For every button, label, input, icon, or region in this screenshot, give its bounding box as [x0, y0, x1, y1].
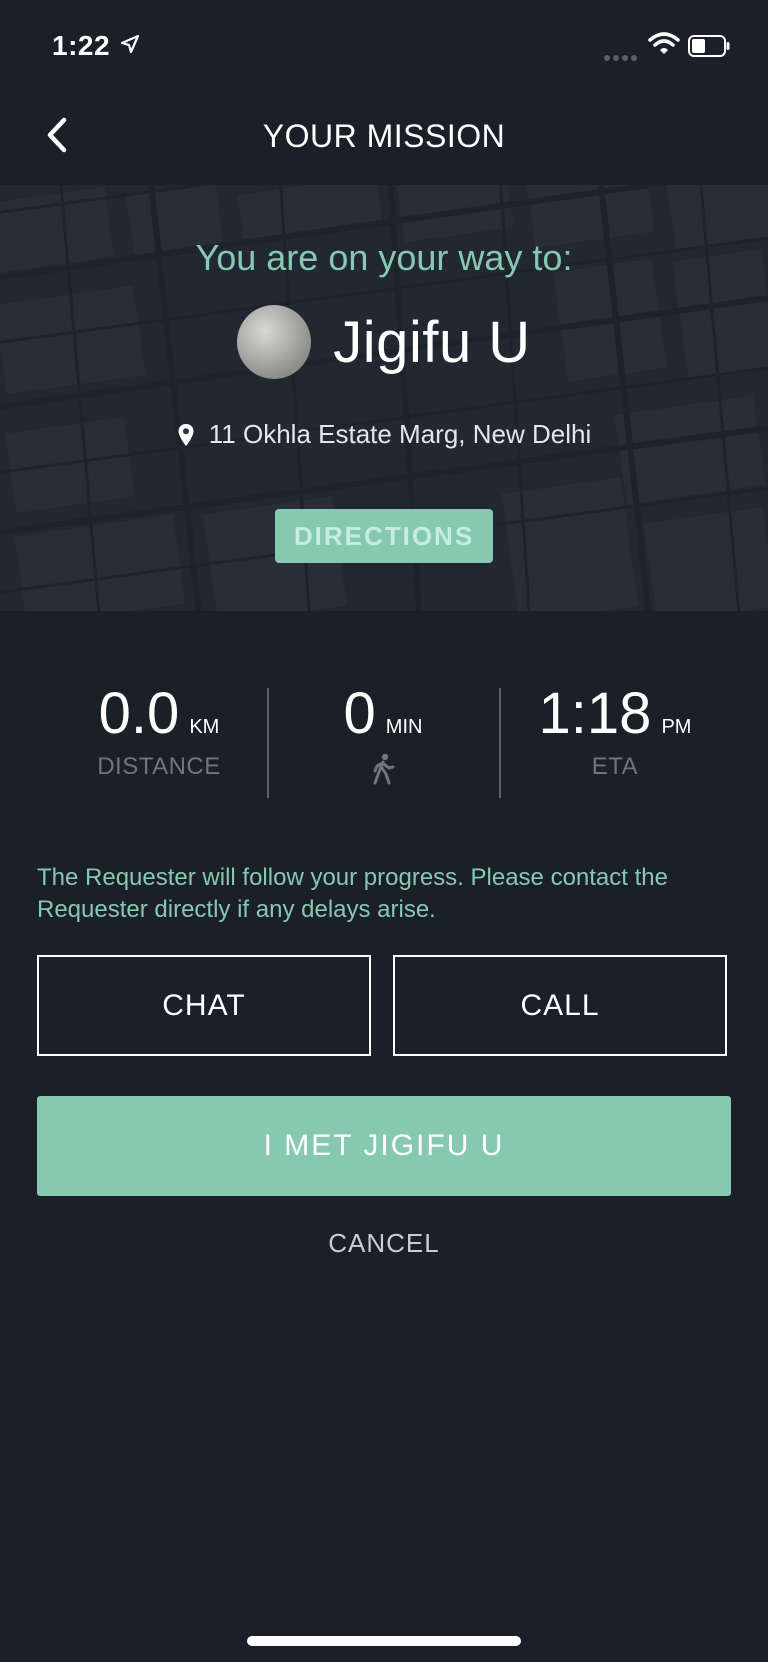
- requester-row: Jigifu U: [0, 305, 768, 379]
- trip-stats: 0.0 KM DISTANCE 0 MIN 1:18 PM ETA: [0, 680, 768, 800]
- battery-icon: [688, 35, 730, 57]
- directions-button[interactable]: DIRECTIONS: [275, 509, 493, 563]
- eta-unit: PM: [661, 716, 692, 738]
- cellular-signal-icon: [604, 48, 640, 66]
- distance-label: DISTANCE: [97, 753, 221, 780]
- home-indicator[interactable]: [247, 1636, 521, 1646]
- eta-stat: 1:18 PM ETA: [500, 680, 730, 800]
- call-button[interactable]: CALL: [393, 955, 727, 1056]
- requester-name: Jigifu U: [333, 309, 531, 375]
- chat-button[interactable]: CHAT: [37, 955, 371, 1056]
- duration-stat: 0 MIN: [268, 680, 498, 800]
- status-time: 1:22: [52, 30, 111, 61]
- distance-unit: KM: [189, 716, 220, 738]
- stat-divider: [267, 688, 269, 798]
- distance-stat: 0.0 KM DISTANCE: [44, 680, 274, 800]
- duration-unit: MIN: [385, 716, 423, 738]
- destination-heading: You are on your way to:: [195, 237, 573, 278]
- address-row: 11 Okhla Estate Marg, New Delhi: [0, 419, 768, 450]
- stat-divider: [499, 688, 501, 798]
- status-bar: 1:22: [0, 0, 768, 90]
- wifi-icon: [648, 32, 680, 54]
- page-title: YOUR MISSION: [262, 118, 506, 154]
- duration-value: 0: [343, 681, 376, 746]
- cancel-button[interactable]: CANCEL: [0, 1228, 768, 1259]
- navigation-bar: YOUR MISSION: [0, 90, 768, 185]
- avatar: [237, 305, 312, 379]
- progress-info-text: The Requester will follow your progress.…: [37, 864, 668, 923]
- walking-icon: [373, 753, 395, 785]
- eta-value: 1:18: [538, 681, 652, 746]
- met-requester-button[interactable]: I MET JIGIFU U: [37, 1096, 731, 1196]
- eta-label: ETA: [591, 753, 639, 780]
- address-text: 11 Okhla Estate Marg, New Delhi: [208, 419, 592, 449]
- distance-value: 0.0: [98, 681, 180, 746]
- location-arrow-icon: [120, 34, 140, 54]
- location-pin-icon: [178, 423, 194, 446]
- mission-header: You are on your way to: Jigifu U 11 Okhl…: [0, 185, 768, 611]
